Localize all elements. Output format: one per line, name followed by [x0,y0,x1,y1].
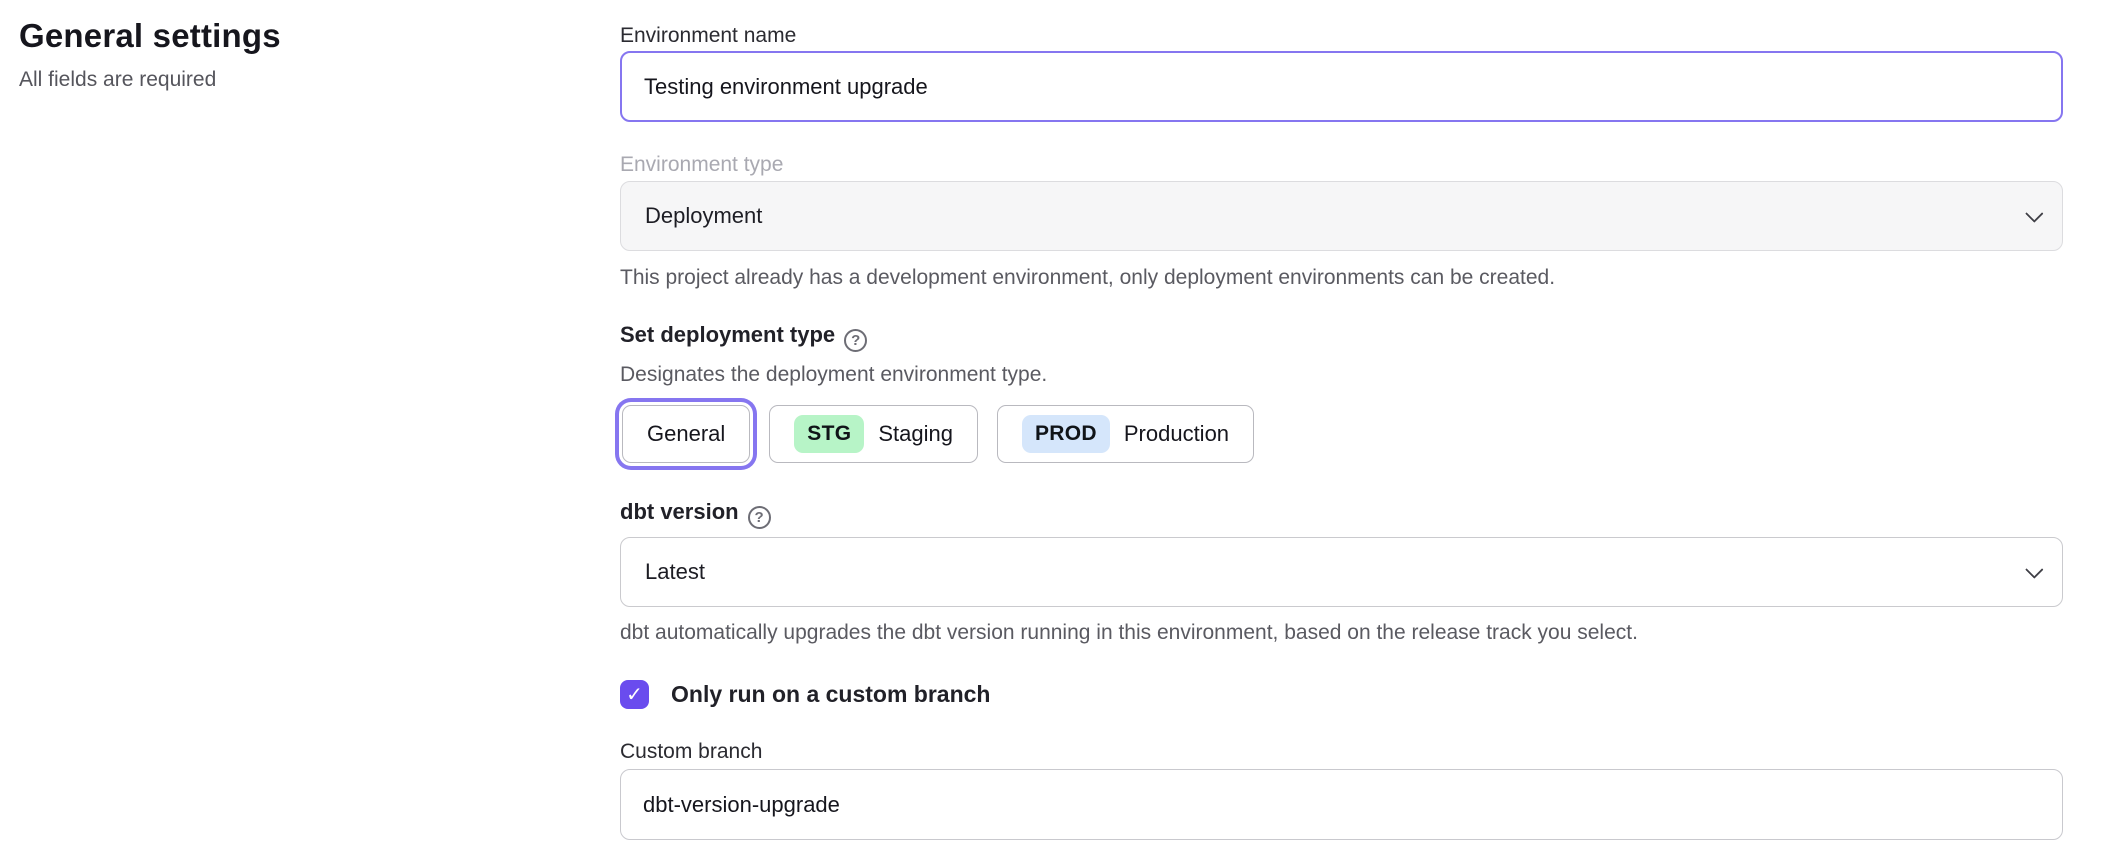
environment-type-help: This project already has a development e… [620,264,2063,292]
deployment-type-production-button[interactable]: PROD Production [997,405,1254,463]
dbt-version-value: Latest [645,559,705,585]
custom-branch-toggle-label: Only run on a custom branch [671,681,990,708]
help-icon[interactable]: ? [844,329,867,352]
deployment-type-production-label: Production [1124,421,1229,447]
deployment-type-options: General STG Staging PROD Production [622,405,2063,463]
environment-type-select[interactable]: Deployment [620,181,2063,251]
dbt-version-label: dbt version? [620,497,2063,529]
deployment-type-description: Designates the deployment environment ty… [620,361,2063,389]
deployment-type-staging-label: Staging [878,421,953,447]
custom-branch-toggle-row: ✓ Only run on a custom branch [620,680,2063,709]
custom-branch-checkbox[interactable]: ✓ [620,680,649,709]
help-icon[interactable]: ? [748,506,771,529]
settings-intro: General settings All fields are required [0,0,620,864]
custom-branch-label: Custom branch [620,738,2063,766]
environment-settings-form: Environment name Environment type Deploy… [620,0,2063,864]
environment-name-input[interactable] [620,51,2063,122]
deployment-type-staging-button[interactable]: STG Staging [769,405,978,463]
environment-name-label: Environment name [620,22,2063,50]
chevron-down-icon [2025,560,2043,578]
deployment-type-label: Set deployment type? [620,320,2063,352]
page-title: General settings [19,14,620,58]
page-subtitle: All fields are required [19,66,620,94]
dbt-version-select[interactable]: Latest [620,537,2063,607]
staging-badge: STG [794,415,864,453]
checkmark-icon: ✓ [626,685,643,705]
chevron-down-icon [2025,204,2043,222]
custom-branch-input[interactable] [620,769,2063,840]
dbt-version-help: dbt automatically upgrades the dbt versi… [620,619,2063,647]
deployment-type-general-label: General [647,421,725,447]
environment-type-label: Environment type [620,151,2063,179]
environment-type-value: Deployment [645,203,762,229]
deployment-type-general-button[interactable]: General [622,405,750,463]
production-badge: PROD [1022,415,1110,453]
environment-settings-page: General settings All fields are required… [0,0,2116,864]
